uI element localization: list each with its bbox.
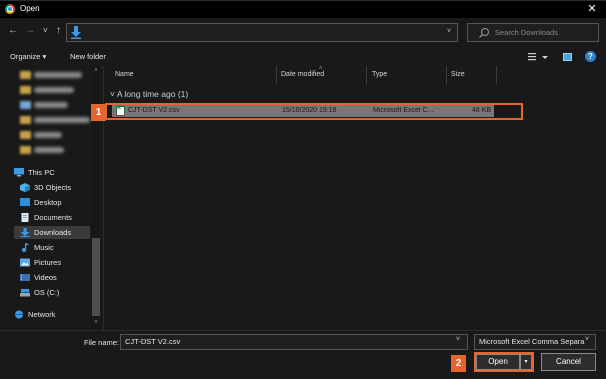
desktop-icon	[20, 198, 30, 206]
computer-icon	[14, 168, 24, 177]
file-name-label: File name:	[84, 338, 120, 347]
column-header-date-modified[interactable]: Date modified	[281, 71, 324, 78]
organize-button[interactable]: Organize ▾	[10, 52, 46, 61]
callout-highlight-2	[474, 352, 534, 372]
videos-icon	[20, 274, 30, 281]
column-divider[interactable]	[276, 66, 277, 84]
sidebar-item-music[interactable]: Music	[20, 241, 90, 254]
title-bar	[0, 0, 606, 18]
column-header-name[interactable]: Name	[115, 71, 134, 78]
cancel-button[interactable]: Cancel	[541, 353, 596, 371]
recent-locations-icon[interactable]: ˅	[43, 26, 48, 36]
file-name-dropdown-chevron-icon[interactable]: ˅	[456, 336, 460, 343]
search-placeholder: Search Downloads	[495, 28, 558, 37]
music-icon	[22, 243, 29, 252]
sidebar-item-desktop[interactable]: Desktop	[20, 196, 90, 209]
group-header[interactable]: ˅ A long time ago (1)	[110, 89, 188, 99]
navigation-pane: This PC 3D Objects Desktop Documents Dow…	[0, 66, 101, 330]
sidebar-item-label: OS (C:)	[34, 288, 60, 297]
sidebar-item-label: 3D Objects	[34, 183, 72, 192]
address-history-chevron-icon[interactable]: ˅	[447, 28, 451, 35]
scrollbar-thumb[interactable]	[92, 238, 100, 316]
scroll-up-arrow-icon[interactable]: ˄	[91, 68, 101, 74]
address-bar[interactable]	[66, 23, 458, 42]
sidebar-item-downloads[interactable]: Downloads	[14, 226, 90, 239]
drive-icon	[20, 289, 30, 297]
sidebar-item-label: Videos	[34, 273, 57, 282]
column-divider[interactable]	[496, 66, 497, 84]
sidebar-item-label: This PC	[28, 168, 55, 177]
3d-objects-icon	[20, 183, 30, 192]
sidebar-item-videos[interactable]: Videos	[20, 271, 90, 284]
forward-arrow-icon[interactable]: →	[25, 26, 35, 36]
new-folder-button[interactable]: New folder	[70, 52, 106, 61]
scroll-down-arrow-icon[interactable]: ˅	[91, 320, 101, 326]
sort-caret-icon: ˄	[319, 66, 323, 72]
sidebar-item-label: Desktop	[34, 198, 62, 207]
file-type-dropdown-chevron-icon[interactable]: ˅	[585, 336, 589, 343]
window-title: Open	[20, 4, 40, 13]
sidebar-item-label: Network	[28, 310, 56, 319]
change-view-icon[interactable]	[528, 52, 550, 62]
close-button[interactable]: ✕	[584, 2, 600, 16]
callout-badge-2: 2	[451, 355, 466, 372]
preview-pane-icon[interactable]	[563, 53, 572, 61]
sidebar-item-network[interactable]: Network	[14, 308, 84, 321]
sidebar-item-pictures[interactable]: Pictures	[20, 256, 90, 269]
up-arrow-icon[interactable]: ↑	[56, 26, 61, 36]
sidebar-item-label: Pictures	[34, 258, 62, 267]
sidebar-item-documents[interactable]: Documents	[20, 211, 90, 224]
file-name-input[interactable]: CJT-DST V2.csv	[120, 334, 468, 350]
chrome-icon	[5, 4, 15, 14]
file-type-select[interactable]: Microsoft Excel Comma Separa	[474, 334, 596, 350]
sidebar-item-label: Downloads	[34, 228, 72, 237]
documents-icon	[21, 213, 29, 222]
sidebar-item-os-c[interactable]: OS (C:)	[20, 286, 90, 299]
back-arrow-icon[interactable]: ←	[8, 26, 18, 36]
download-arrow-icon	[71, 26, 81, 39]
column-header-size[interactable]: Size	[451, 71, 465, 78]
column-divider[interactable]	[366, 66, 367, 84]
sidebar-item-label: Music	[34, 243, 54, 252]
column-header-type[interactable]: Type	[372, 71, 387, 78]
column-headers: Name Date modified Type Size	[103, 66, 606, 84]
help-icon[interactable]: ?	[585, 51, 596, 62]
callout-badge-1: 1	[91, 104, 106, 121]
sidebar-item-label: Documents	[34, 213, 72, 222]
search-icon	[479, 28, 489, 38]
pictures-icon	[20, 258, 30, 267]
sidebar-item-this-pc[interactable]: This PC	[14, 166, 84, 179]
callout-highlight-1	[105, 103, 523, 120]
network-icon	[15, 310, 23, 319]
column-divider[interactable]	[446, 66, 447, 84]
downloads-icon	[20, 228, 30, 237]
search-input[interactable]: Search Downloads	[467, 23, 599, 42]
sidebar-item-3d-objects[interactable]: 3D Objects	[20, 181, 90, 194]
